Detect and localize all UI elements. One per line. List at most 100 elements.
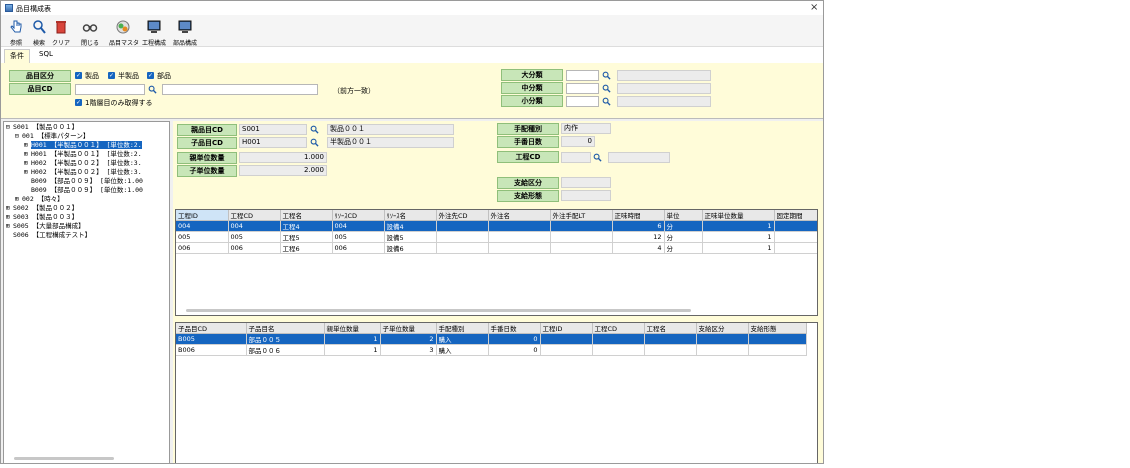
table-row[interactable]: 005 005 工程5 005 設備5 12 分 1 bbox=[176, 231, 817, 243]
column-header[interactable]: 外注手配LT bbox=[550, 210, 613, 221]
parts-grid[interactable]: 子品目CD 子品目名 親単位数量 子単位数量 手配種別 手番日数 工程ID 工程CD 工程名 支給… bbox=[175, 322, 818, 463]
product-checkbox[interactable]: ✓ bbox=[75, 72, 82, 79]
table-row[interactable]: 006 006 工程6 006 設備6 4 分 1 bbox=[176, 242, 817, 254]
table-cell: 006 bbox=[228, 242, 281, 254]
tree-expander-icon[interactable]: ⊞ bbox=[24, 141, 31, 150]
column-header[interactable]: 子品目CD bbox=[176, 323, 247, 334]
table-cell bbox=[488, 231, 551, 243]
search-icon[interactable] bbox=[593, 153, 602, 162]
tree-node[interactable]: ⊞ H001 【半製品００１】 [単位数:2. bbox=[6, 150, 169, 159]
tree-node-label: H001 【半製品００１】 [単位数:2. bbox=[31, 150, 142, 158]
hand-pointer-icon bbox=[10, 20, 22, 33]
column-header[interactable]: 外注先CD bbox=[436, 210, 489, 221]
column-header[interactable]: 固定期間 bbox=[774, 210, 817, 221]
search-icon[interactable] bbox=[602, 71, 611, 80]
column-header[interactable]: 工程CD bbox=[228, 210, 281, 221]
column-header[interactable]: 親単位数量 bbox=[324, 323, 381, 334]
column-header[interactable]: 子単位数量 bbox=[380, 323, 437, 334]
tree-expander-icon[interactable]: ⊟ bbox=[15, 132, 22, 141]
table-row[interactable]: B006 部品００６ 1 3 購入 0 bbox=[176, 344, 807, 356]
tab-sql[interactable]: SQL bbox=[34, 49, 58, 63]
table-row[interactable]: 004 004 工程4 004 設備4 6 分 1 bbox=[176, 220, 817, 232]
tab-conditions[interactable]: 条件 bbox=[4, 49, 30, 63]
part-check-label: 部品 bbox=[157, 72, 171, 80]
tree-expander-icon[interactable]: ⊞ bbox=[15, 195, 22, 204]
search-icon[interactable] bbox=[602, 84, 611, 93]
tree-node[interactable]: ⊞ 002 【時々】 bbox=[6, 195, 169, 204]
binoculars-icon bbox=[82, 24, 98, 32]
tree-node[interactable]: ⊞ H001 【半製品００１】 [単位数:2. bbox=[6, 141, 169, 150]
tree-node[interactable]: ⊟ 001 【標準パターン】 bbox=[6, 132, 169, 141]
process-structure-button[interactable]: 工程構成 bbox=[141, 17, 167, 47]
table-cell: 1 bbox=[702, 220, 775, 232]
table-cell: 004 bbox=[176, 220, 229, 232]
tree-expander-icon[interactable]: ⊞ bbox=[24, 168, 31, 177]
process-grid-horizontal-scrollbar[interactable] bbox=[186, 309, 691, 312]
close-button[interactable]: 閉じる bbox=[79, 17, 101, 47]
tree-node[interactable]: ⊞ H002 【半製品００２】 [単位数:3. bbox=[6, 159, 169, 168]
search-icon[interactable] bbox=[148, 85, 157, 94]
search-icon[interactable] bbox=[310, 125, 319, 134]
small-class-input[interactable] bbox=[566, 96, 599, 107]
main-window: 品目構成表 × 参照 検索 クリア 閉じる 品目マスタ 工程構成 部品構成 条件… bbox=[0, 0, 824, 464]
tree-expander-icon[interactable]: ⊞ bbox=[6, 222, 13, 231]
search-button[interactable]: 検索 bbox=[28, 17, 50, 47]
process-grid[interactable]: 工程ID 工程CD 工程名 ﾘｿｰｽCD ﾘｿｰｽ名 外注先CD 外注名 外注手配LT 正味時間… bbox=[175, 209, 818, 316]
column-header[interactable]: 単位 bbox=[664, 210, 703, 221]
reference-button[interactable]: 参照 bbox=[5, 17, 27, 47]
column-header[interactable]: 手配種別 bbox=[436, 323, 489, 334]
column-header[interactable]: 外注名 bbox=[488, 210, 551, 221]
column-header[interactable]: 正味時間 bbox=[612, 210, 665, 221]
first-level-only-checkbox[interactable]: ✓ bbox=[75, 99, 82, 106]
column-header[interactable]: 工程ID bbox=[540, 323, 593, 334]
close-window-button[interactable]: × bbox=[810, 2, 818, 13]
parts-structure-button[interactable]: 部品構成 bbox=[171, 17, 199, 47]
medium-class-input[interactable] bbox=[566, 83, 599, 94]
child-item-cd-value: H001 bbox=[239, 137, 307, 148]
structure-tree[interactable]: ⊟ S001 【製品００１】 ⊟ 001 【標準パターン】 ⊞ H001 【半製品００１】… bbox=[3, 121, 170, 463]
tree-expander-icon[interactable]: ⊞ bbox=[24, 159, 31, 168]
search-icon[interactable] bbox=[310, 138, 319, 147]
column-header[interactable]: 支給区分 bbox=[696, 323, 749, 334]
semi-product-checkbox[interactable]: ✓ bbox=[108, 72, 115, 79]
tree-horizontal-scrollbar[interactable] bbox=[14, 457, 114, 460]
medium-class-name bbox=[617, 83, 711, 94]
tree-expander-icon[interactable]: ⊞ bbox=[6, 213, 13, 222]
tree-node[interactable]: ⊟ S001 【製品００１】 bbox=[6, 123, 169, 132]
tree-node[interactable]: ⊞ H002 【半製品００２】 [単位数:3. bbox=[6, 168, 169, 177]
clear-button[interactable]: クリア bbox=[51, 17, 71, 47]
tree-node[interactable]: ⊞ S005 【大量部品構成】 bbox=[6, 222, 169, 231]
prefix-match-note: （前方一致） bbox=[333, 87, 375, 95]
process-table: 工程ID 工程CD 工程名 ﾘｿｰｽCD ﾘｿｰｽ名 外注先CD 外注名 外注手配LT 正味時間… bbox=[176, 210, 817, 254]
item-cd-input[interactable] bbox=[75, 84, 145, 95]
child-unit-qty-value: 2.000 bbox=[239, 165, 327, 176]
table-row[interactable]: B005 部品００５ 1 2 購入 0 bbox=[176, 333, 807, 345]
table-cell bbox=[774, 220, 817, 232]
column-header[interactable]: 正味単位数量 bbox=[702, 210, 775, 221]
column-header[interactable]: ﾘｿｰｽCD bbox=[332, 210, 385, 221]
column-header[interactable]: 支給形態 bbox=[748, 323, 807, 334]
column-header[interactable]: 工程CD bbox=[592, 323, 645, 334]
item-master-button[interactable]: 品目マスタ bbox=[109, 17, 139, 47]
tree-node[interactable]: B009 【部品００９】 [単位数:1.00 bbox=[6, 186, 169, 195]
column-header[interactable]: 子品目名 bbox=[246, 323, 325, 334]
item-name-input[interactable] bbox=[162, 84, 318, 95]
tree-node[interactable]: ⊞ S002 【製品００２】 bbox=[6, 204, 169, 213]
tree-expander-icon[interactable]: ⊟ bbox=[6, 123, 13, 132]
tree-node[interactable]: B009 【部品００９】 [単位数:1.00 bbox=[6, 177, 169, 186]
part-checkbox[interactable]: ✓ bbox=[147, 72, 154, 79]
supply-form-value bbox=[561, 190, 611, 201]
tree-node[interactable]: ⊞ S003 【製品００３】 bbox=[6, 213, 169, 222]
search-icon[interactable] bbox=[602, 97, 611, 106]
column-header[interactable]: 工程名 bbox=[644, 323, 697, 334]
table-cell bbox=[488, 242, 551, 254]
tree-node[interactable]: S006 【工程構成テスト】 bbox=[6, 231, 169, 240]
tree-expander-icon[interactable]: ⊞ bbox=[24, 150, 31, 159]
large-class-input[interactable] bbox=[566, 70, 599, 81]
column-header[interactable]: ﾘｿｰｽ名 bbox=[384, 210, 437, 221]
tree-expander-icon[interactable]: ⊞ bbox=[6, 204, 13, 213]
column-header[interactable]: 工程名 bbox=[280, 210, 333, 221]
column-header[interactable]: 手番日数 bbox=[488, 323, 541, 334]
table-cell: 6 bbox=[612, 220, 665, 232]
column-header[interactable]: 工程ID bbox=[176, 210, 229, 221]
